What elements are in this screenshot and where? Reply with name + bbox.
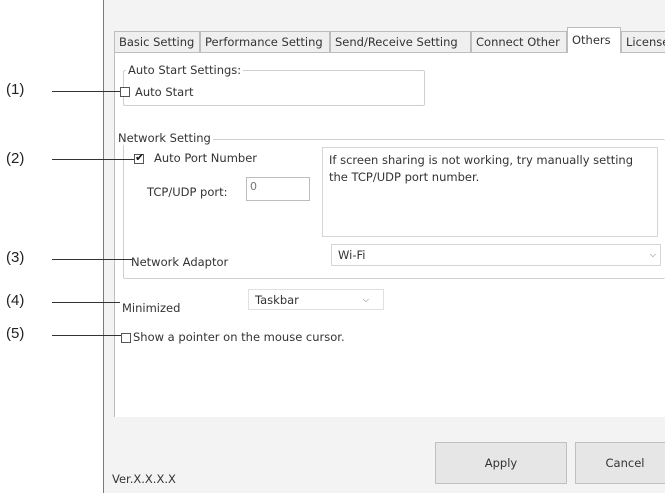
network-adaptor-label: Network Adaptor [131, 255, 229, 269]
callout-2-leader [52, 159, 134, 160]
callout-3: (3) [6, 249, 25, 266]
show-pointer-label: Show a pointer on the mouse cursor. [133, 330, 345, 344]
tab-bar: Basic Setting Performance Setting Send/R… [114, 27, 665, 53]
tab-send-receive-setting[interactable]: Send/Receive Setting [330, 31, 471, 52]
callout-5: (5) [6, 325, 25, 342]
callout-5-leader [52, 335, 121, 336]
tcp-udp-port-label: TCP/UDP port: [147, 185, 228, 199]
callout-4-leader [52, 302, 120, 303]
tab-performance-setting[interactable]: Performance Setting [200, 31, 330, 52]
auto-port-checkbox[interactable]: ✔ [134, 151, 145, 164]
show-pointer-checkbox[interactable] [121, 333, 131, 343]
network-setting-group-title: Network Setting [116, 131, 213, 145]
callout-1: (1) [6, 81, 25, 98]
auto-start-group-title: Auto Start Settings: [126, 63, 244, 77]
callout-2: (2) [6, 150, 25, 167]
chevron-down-icon: ⌵ [649, 250, 656, 259]
apply-button[interactable]: Apply [435, 442, 567, 484]
callout-4: (4) [6, 292, 25, 309]
tab-license[interactable]: License [621, 31, 665, 52]
port-info-box: If screen sharing is not working, try ma… [322, 147, 658, 237]
callout-3-leader [52, 259, 132, 260]
minimized-value: Taskbar [255, 293, 299, 307]
auto-port-label: Auto Port Number [154, 151, 258, 165]
network-adaptor-value: Wi-Fi [338, 248, 366, 262]
chevron-down-icon: ⌵ [362, 295, 369, 304]
auto-start-label: Auto Start [135, 85, 194, 99]
tab-others[interactable]: Others [567, 27, 621, 53]
tcp-udp-port-input[interactable]: 0 [246, 177, 310, 201]
minimized-select[interactable]: Taskbar ⌵ [248, 289, 384, 310]
network-adaptor-select[interactable]: Wi-Fi ⌵ [331, 244, 661, 266]
callout-1-leader [52, 91, 120, 92]
tab-connect-other[interactable]: Connect Other [471, 31, 567, 52]
checkmark-icon: ✔ [135, 151, 145, 164]
tab-basic-setting[interactable]: Basic Setting [114, 31, 200, 52]
minimized-label: Minimized [122, 301, 181, 315]
cancel-button[interactable]: Cancel [575, 442, 665, 484]
version-label: Ver.X.X.X.X [112, 472, 176, 486]
auto-start-checkbox[interactable] [120, 87, 130, 97]
